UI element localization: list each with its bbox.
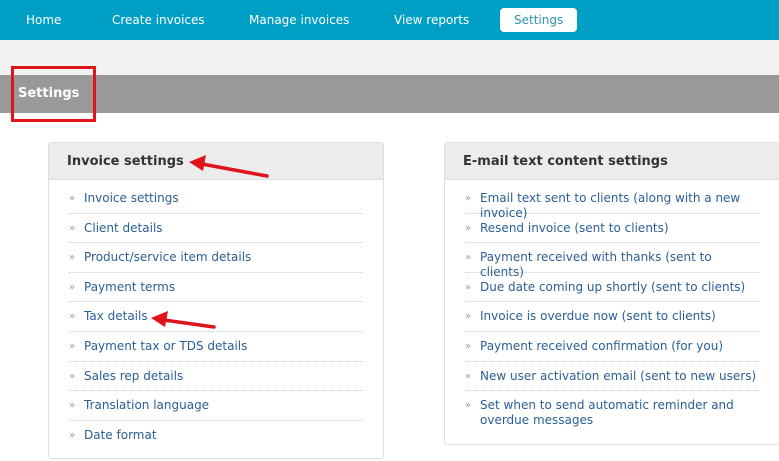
bullet-icon: » [465,252,472,264]
nav-settings[interactable]: Settings [500,8,578,32]
bullet-icon: » [69,429,76,441]
email-text-settings-panel: E-mail text content settings » Email text… [444,142,779,445]
sub-bar [0,40,779,75]
bullet-icon: » [465,281,472,293]
bullet-icon: » [69,340,76,352]
new-user-activation-link[interactable]: » New user activation email (sent to new … [465,362,759,392]
payment-confirmation-link[interactable]: » Payment received confirmation (for you) [465,332,759,362]
link-label: Tax details [84,309,148,324]
link-label: Client details [84,220,163,235]
payment-tax-tds-details-link[interactable]: » Payment tax or TDS details [69,332,363,362]
link-label: New user activation email (sent to new u… [480,368,757,383]
bullet-icon: » [465,340,472,352]
due-date-coming-link[interactable]: » Due date coming up shortly (sent to cli… [465,273,759,303]
invoice-overdue-link[interactable]: » Invoice is overdue now (sent to clients… [465,302,759,332]
automatic-reminder-link[interactable]: » Set when to send automatic reminder and… [465,391,759,429]
bullet-icon: » [69,311,76,323]
tax-details-link[interactable]: » Tax details [69,302,363,332]
nav-manage-invoices[interactable]: Manage invoices [249,8,349,32]
bullet-icon: » [69,252,76,264]
email-text-settings-list: » Email text sent to clients (along with … [445,180,779,429]
invoice-settings-panel: Invoice settings » Invoice settings » Clie… [48,142,384,459]
link-label: Translation language [84,398,210,413]
link-label: Payment terms [84,279,176,294]
link-label: Payment tax or TDS details [84,338,248,353]
bullet-icon: » [69,400,76,412]
link-label: Resend invoice (sent to clients) [480,220,669,235]
invoice-settings-list: » Invoice settings » Client details » Produ… [49,180,383,450]
top-navigation: Home Create invoices Manage invoices Vie… [0,0,779,40]
email-new-invoice-link[interactable]: » Email text sent to clients (along with … [465,184,759,220]
nav-create-invoices[interactable]: Create invoices [112,8,205,32]
bullet-icon: » [465,222,472,234]
bullet-icon: » [69,281,76,293]
bullet-icon: » [465,193,472,204]
link-label: Payment received confirmation (for you) [480,338,724,353]
link-label: Date format [84,427,157,442]
invoice-settings-link[interactable]: » Invoice settings [69,184,363,214]
invoice-settings-header: Invoice settings [49,143,383,180]
bullet-icon: » [465,400,472,412]
resend-invoice-link[interactable]: » Resend invoice (sent to clients) [465,214,759,244]
nav-home[interactable]: Home [26,8,61,32]
nav-view-reports[interactable]: View reports [394,8,469,32]
link-label: Invoice settings [84,191,179,205]
bullet-icon: » [69,193,76,204]
client-details-link[interactable]: » Client details [69,214,363,244]
link-label: Due date coming up shortly (sent to clie… [480,279,746,294]
bullet-icon: » [465,311,472,323]
sales-rep-details-link[interactable]: » Sales rep details [69,362,363,392]
translation-language-link[interactable]: » Translation language [69,391,363,421]
payment-received-thanks-link[interactable]: » Payment received with thanks (sent to c… [465,243,759,279]
highlight-box [11,66,96,122]
bullet-icon: » [69,370,76,382]
date-format-link[interactable]: » Date format [69,421,363,451]
link-label: Sales rep details [84,368,184,383]
link-label: Product/service item details [84,250,252,265]
bullet-icon: » [69,222,76,234]
link-label: Invoice is overdue now (sent to clients) [480,309,716,324]
link-label: Set when to send automatic reminder and … [480,398,734,428]
bullet-icon: » [465,370,472,382]
email-text-settings-header: E-mail text content settings [445,143,779,180]
payment-terms-link[interactable]: » Payment terms [69,273,363,303]
product-service-item-details-link[interactable]: » Product/service item details [69,243,363,273]
page-title-bar [0,75,779,113]
